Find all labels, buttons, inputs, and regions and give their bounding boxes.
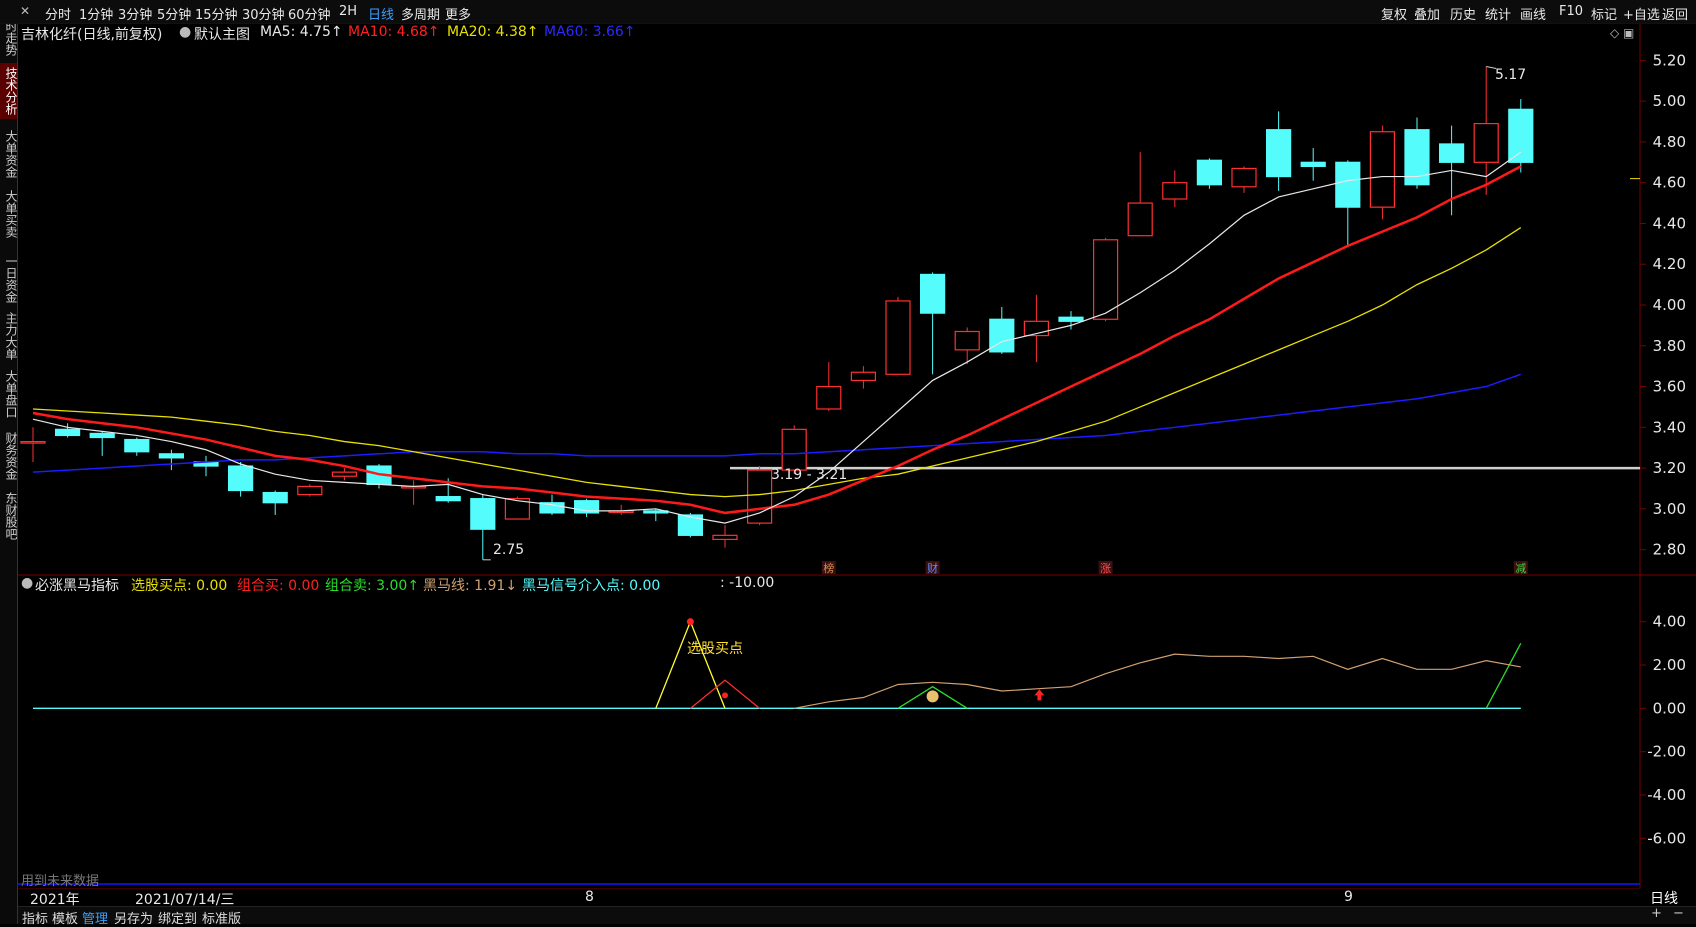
ma20-label: MA20: 4.38↑ <box>447 24 539 40</box>
price-tick-label: 4.40 <box>1653 214 1686 232</box>
window-toggle-icon[interactable]: ◇ ▣ <box>1610 26 1634 40</box>
indicator-settings-icon[interactable]: ● <box>21 575 33 591</box>
candle-body <box>1058 316 1084 322</box>
ma5-label: MA5: 4.75↑ <box>260 24 343 40</box>
main-template-label[interactable]: 默认主图 <box>194 24 250 44</box>
ma10-label: MA10: 4.68↑ <box>348 24 440 40</box>
indicator-tick-label: 0.00 <box>1653 699 1686 717</box>
indicator-tick-label: 4.00 <box>1653 613 1686 631</box>
bottom-tab[interactable]: 管理 <box>82 908 108 927</box>
horse-signal-label: 黑马信号介入点: 0.00 <box>522 578 661 594</box>
price-tick-label: 3.40 <box>1653 418 1686 436</box>
price-tick-label: 5.20 <box>1653 51 1686 69</box>
combo-sell-spike <box>1485 643 1522 709</box>
bottom-tab[interactable]: 另存为 <box>114 908 153 927</box>
price-tick-label: 3.00 <box>1653 500 1686 518</box>
month-9-label: 9 <box>1344 889 1353 905</box>
indicator-name[interactable]: 必涨黑马指标 <box>35 575 119 595</box>
time-axis: 2021年 2021/07/14/三 8 9 <box>18 888 1640 908</box>
zoom-out-button[interactable]: − <box>1673 906 1684 921</box>
combo-buy-dot <box>722 692 728 699</box>
ma20-line <box>32 226 1522 498</box>
money-bag-icon <box>926 690 939 703</box>
bottom-tab[interactable]: 标准版 <box>202 908 241 927</box>
candle-body <box>712 534 738 541</box>
bottom-tab[interactable]: 模板 <box>52 908 78 927</box>
combo-sell-label: 组合卖: 3.00↑ <box>325 578 420 594</box>
price-tick-label: 4.20 <box>1653 255 1686 273</box>
candle-body <box>1369 131 1396 208</box>
price-tick-label: 4.60 <box>1653 174 1686 192</box>
select-buy-annotation: 选股买点 <box>687 641 743 657</box>
indicator-tick-label: -6.00 <box>1647 829 1686 847</box>
candle-body <box>816 385 842 410</box>
ma60-line <box>32 373 1522 473</box>
candle-body <box>331 471 357 477</box>
stock-title: 吉林化纤(日线,前复权) <box>21 27 163 43</box>
candle-body <box>1162 182 1188 200</box>
ma10-line <box>32 165 1522 515</box>
price-tick-label: 2.80 <box>1653 541 1686 559</box>
indicator-extra-value: : -10.00 <box>720 575 775 591</box>
candle-body <box>1231 167 1257 188</box>
candle-body <box>1300 161 1326 167</box>
month-8-label: 8 <box>585 889 594 905</box>
candle-body <box>228 465 254 492</box>
indicator-tick-label: -2.00 <box>1647 743 1686 761</box>
candle-body <box>1473 122 1499 163</box>
horse-line <box>794 653 1521 709</box>
candle-body <box>1196 159 1223 186</box>
event-marker-3: 减 <box>1515 562 1526 575</box>
candle-body <box>1335 161 1361 208</box>
event-marker-2: 涨 <box>1100 562 1111 575</box>
horse-line-label: 黑马线: 1.91↓ <box>423 578 518 594</box>
event-marker-0: 榜 <box>823 561 834 575</box>
candle-body <box>89 432 115 439</box>
candle-body <box>297 485 323 496</box>
candle-body <box>781 428 807 471</box>
zoom-in-button[interactable]: + <box>1651 906 1662 921</box>
price-tick-label: 3.60 <box>1653 378 1686 396</box>
candle-body <box>20 440 46 444</box>
candle-body <box>954 330 980 351</box>
price-tick-label: 4.80 <box>1653 133 1686 151</box>
candle-body <box>54 428 81 437</box>
low-price-label: 2.75 <box>493 542 525 558</box>
candle-body <box>262 491 288 504</box>
combo-buy-label: 组合买: 0.00 <box>237 578 320 594</box>
buy-arrow-icon <box>1034 689 1045 701</box>
candle-body <box>435 496 461 502</box>
indicator-tick-label: -4.00 <box>1647 786 1686 804</box>
candle-body <box>1265 129 1292 178</box>
candle-body <box>850 371 877 382</box>
event-marker-1: 财 <box>927 561 938 575</box>
indicator-tick-label: 2.00 <box>1653 656 1686 674</box>
select-buy-label: 选股买点: 0.00 <box>131 578 228 594</box>
high-price-label: 5.17 <box>1495 67 1527 83</box>
candle-body <box>1508 108 1534 163</box>
chart-canvas: 5.20 5.00 4.80 4.60 4.40 4.20 4.00 3.80 3.60 3.40… <box>18 24 1696 888</box>
bottom-toolbar: 指标 模板 管理 另存为 绑定到 标准版 <box>18 906 1696 927</box>
ma60-label: MA60: 3.66↑ <box>544 24 636 40</box>
select-buy-dot <box>686 618 694 626</box>
gap-range-label: 3.19 - 3.21 <box>771 467 848 483</box>
bottom-tab[interactable]: 绑定到 <box>158 908 197 927</box>
future-data-note: 用到未来数据 <box>21 874 100 889</box>
candle-body <box>124 438 150 453</box>
period-indicator[interactable]: 日线 <box>1650 888 1678 908</box>
candle-body <box>158 453 184 459</box>
price-tick-label: 3.80 <box>1653 337 1686 355</box>
candle-body <box>1438 143 1465 163</box>
candle-body <box>1127 202 1153 237</box>
price-tick-label: 3.20 <box>1653 459 1686 477</box>
candle-body <box>1092 239 1119 320</box>
price-tick-label: 5.00 <box>1653 92 1686 110</box>
price-tick-label: 4.00 <box>1653 296 1686 314</box>
select-buy-spike <box>655 619 726 709</box>
template-icon[interactable]: ● <box>179 24 191 40</box>
candle-body <box>919 273 946 314</box>
bottom-tab[interactable]: 指标 <box>22 908 48 927</box>
candle-body <box>470 498 496 530</box>
candle-body <box>885 300 911 375</box>
